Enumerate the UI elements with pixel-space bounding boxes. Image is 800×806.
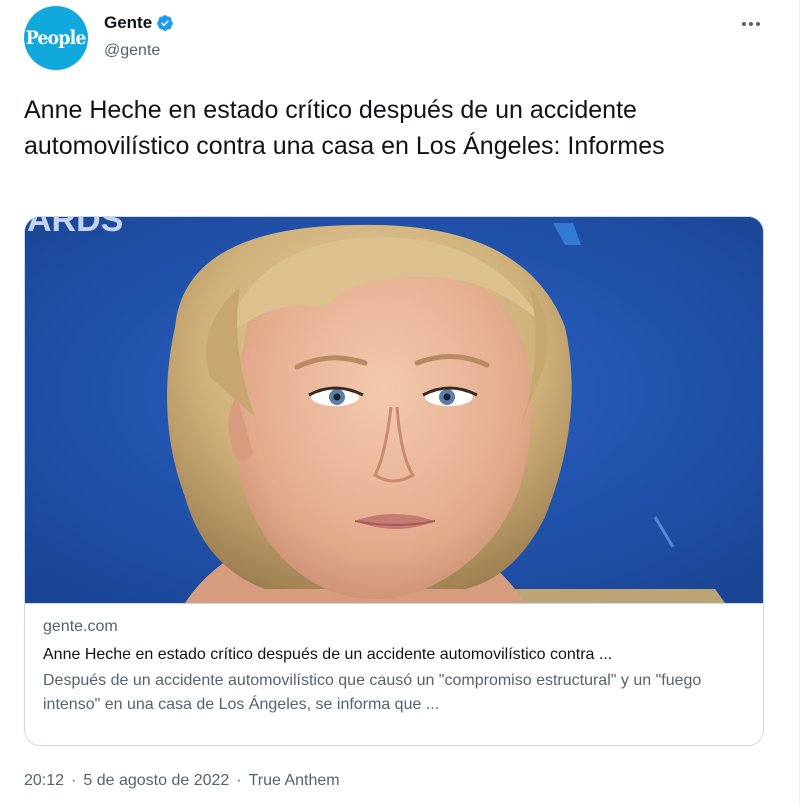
tweet: People Gente @gente Anne Heche en estado… (0, 0, 800, 806)
display-name[interactable]: Gente (104, 12, 152, 34)
timestamp-row: 20:12 · 5 de agosto de 2022 · True Anthe… (24, 770, 340, 792)
tweet-text: Anne Heche en estado crítico después de … (24, 96, 665, 160)
people-logo: People (26, 27, 87, 49)
card-meta: gente.com Anne Heche en estado crítico d… (25, 603, 763, 745)
author-block: Gente @gente (104, 12, 174, 62)
tweet-source[interactable]: True Anthem (249, 770, 340, 792)
name-row: Gente (104, 12, 174, 34)
more-button[interactable] (736, 12, 766, 36)
tweet-time[interactable]: 20:12 (24, 770, 64, 792)
separator: · (236, 772, 242, 789)
backdrop-text: ARDS (27, 217, 123, 239)
avatar[interactable]: People (24, 6, 88, 70)
handle[interactable]: @gente (104, 40, 174, 62)
more-dot (742, 22, 746, 26)
portrait-illustration: ARDS (25, 217, 763, 603)
card-description: Después de un accidente automovilístico … (43, 672, 702, 713)
separator: · (71, 772, 77, 789)
link-card[interactable]: ARDS gente.com Anne Heche en estado crít… (24, 216, 764, 746)
more-dot (749, 22, 753, 26)
more-dot (756, 22, 760, 26)
tweet-date[interactable]: 5 de agosto de 2022 (83, 770, 229, 792)
verified-badge-icon (157, 15, 174, 31)
card-title: Anne Heche en estado crítico después de … (43, 646, 613, 663)
card-domain: gente.com (43, 618, 118, 635)
card-image[interactable]: ARDS (25, 217, 763, 603)
